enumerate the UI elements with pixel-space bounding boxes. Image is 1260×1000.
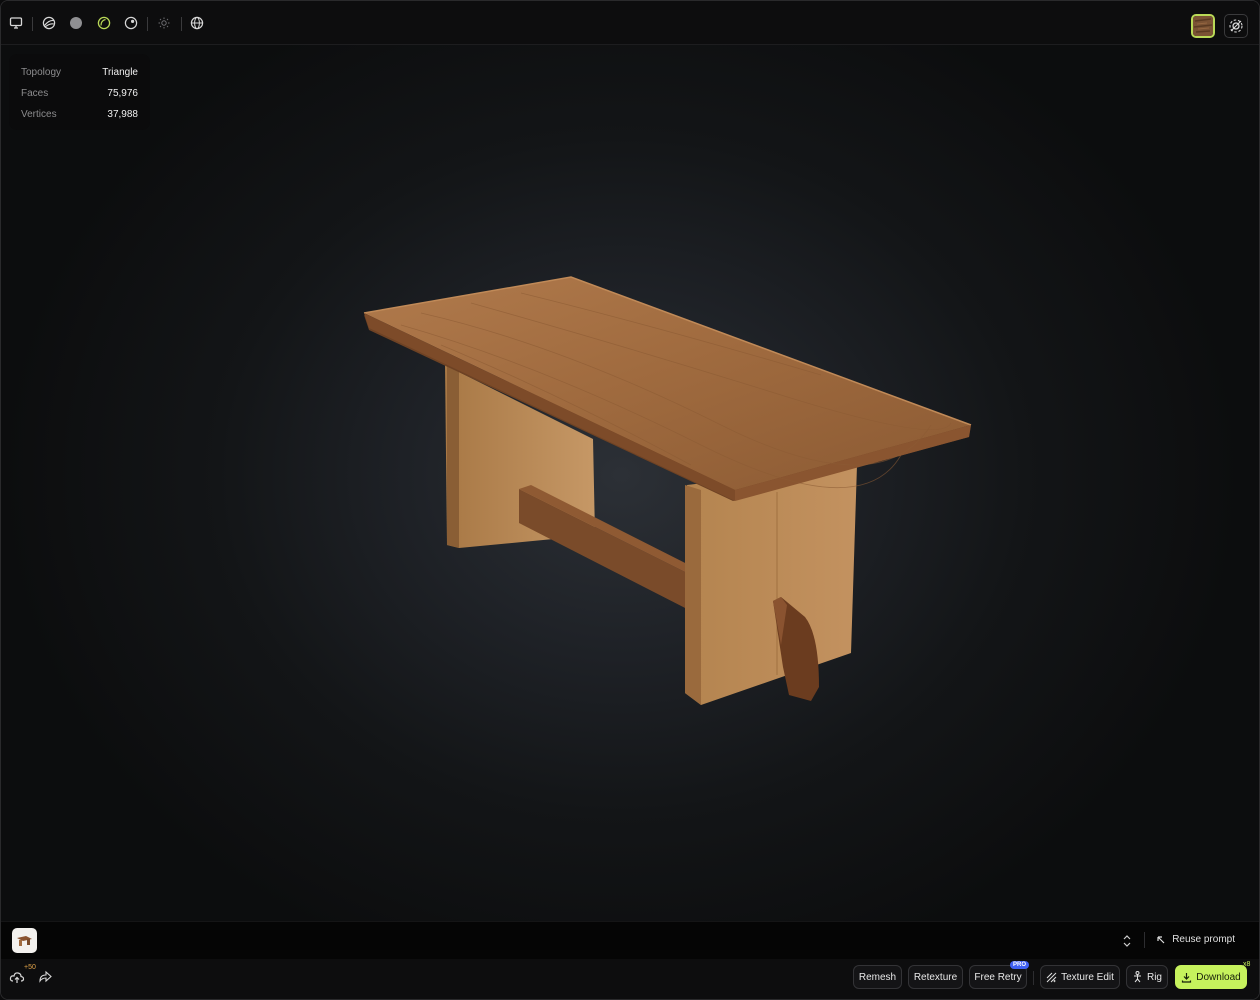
environment-globe-icon[interactable] [188,14,206,32]
action-divider [1033,971,1034,985]
free-retry-button[interactable]: Free Retry PRO [969,961,1029,989]
share-arrow-icon [39,970,52,983]
solid-sphere-icon[interactable] [67,14,85,32]
texture-edit-label: Texture Edit [1061,971,1114,983]
remesh-button[interactable]: Remesh [853,965,902,989]
credits-badge: +50 [24,964,36,971]
arrow-up-left-icon [1157,935,1165,943]
table-3d-model[interactable] [1,45,1259,921]
reuse-prompt-button[interactable]: Reuse prompt [1156,934,1235,945]
remesh-label: Remesh [858,971,897,983]
monitor-icon[interactable] [7,14,25,32]
texture-edit-icon [1046,972,1057,982]
texture-swatch-icon [1193,16,1213,36]
expand-collapse-icon[interactable] [1122,934,1132,948]
rig-skeleton-icon [1133,971,1141,983]
download-count-badge: x8 [1243,961,1251,968]
download-icon [1182,972,1192,983]
retexture-label: Retexture [913,971,958,983]
cloud-upload-icon [9,972,25,983]
model-viewport[interactable]: Topology Triangle Faces 75,976 Vertices … [1,45,1259,921]
model-thumbnail[interactable] [12,928,37,953]
reuse-prompt-label: Reuse prompt [1172,934,1235,945]
texture-edit-button[interactable]: Texture Edit [1040,965,1120,989]
pro-badge: PRO [1009,961,1029,969]
action-bar: +50 Remesh Retexture Free Retry PRO Text… [1,959,1259,999]
share-button[interactable] [38,969,52,985]
light-icon[interactable] [155,14,173,32]
table-thumbnail-icon [17,935,32,946]
rig-button[interactable]: Rig [1126,965,1168,989]
toolbar-divider [147,17,148,31]
toolbar-divider [181,17,182,31]
material-sphere-icon[interactable] [122,14,140,32]
wireframe-sphere-icon[interactable] [40,14,58,32]
prompt-divider [1144,932,1145,948]
viewer-toolbar [1,1,1259,45]
toolbar-divider [32,17,33,31]
download-button[interactable]: Download [1175,965,1247,989]
view-settings-icon [1229,19,1243,33]
prompt-bar: Reuse prompt [1,921,1259,959]
free-retry-label: Free Retry [974,971,1022,983]
texture-swatch-button[interactable] [1191,14,1215,38]
outline-sphere-icon[interactable] [95,14,113,32]
app-window: Topology Triangle Faces 75,976 Vertices … [0,0,1260,1000]
download-label: Download [1196,971,1241,983]
upload-button[interactable] [9,969,25,985]
view-settings-button[interactable] [1224,14,1248,38]
retexture-button[interactable]: Retexture [908,965,963,989]
rig-label: Rig [1146,971,1162,983]
